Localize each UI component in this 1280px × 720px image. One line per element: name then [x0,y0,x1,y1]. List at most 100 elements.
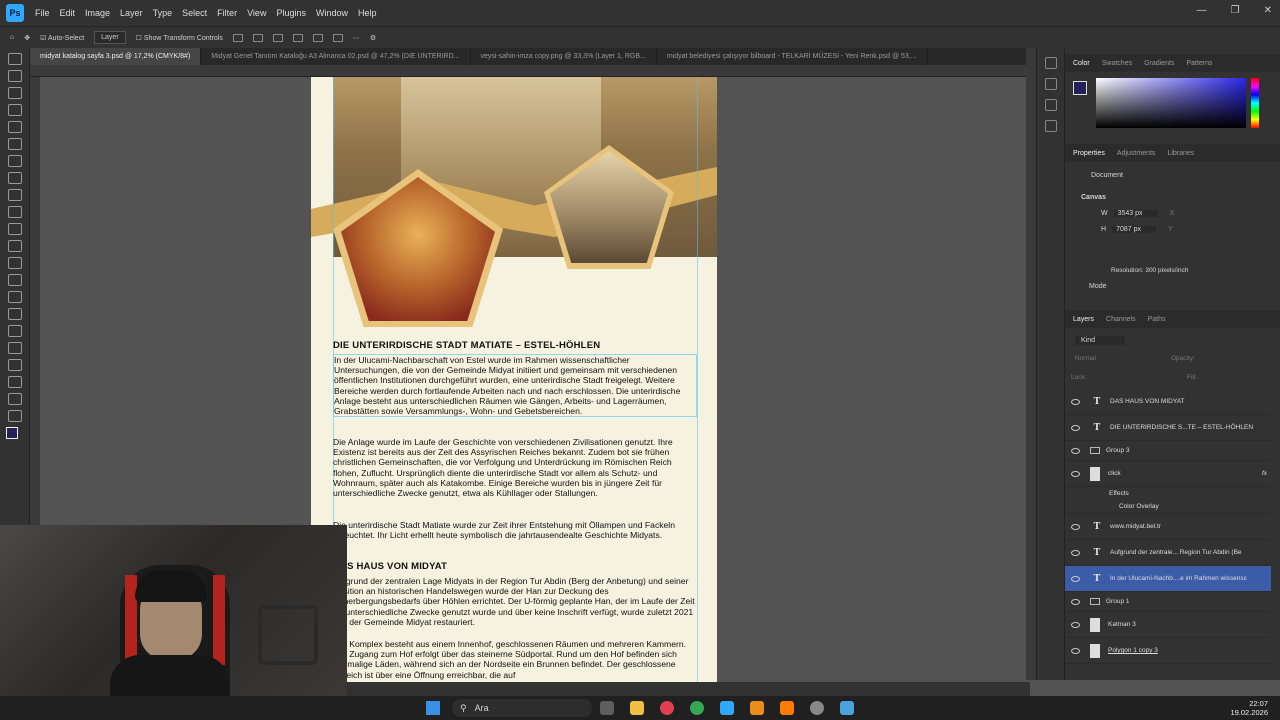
visibility-eye-icon[interactable] [1071,424,1080,431]
illustrator-icon[interactable] [780,701,794,715]
align-right-icon[interactable] [272,33,283,42]
visibility-eye-icon[interactable] [1071,647,1080,654]
visibility-eye-icon[interactable] [1071,523,1080,530]
tab-paths[interactable]: Paths [1148,316,1166,323]
layer-row[interactable]: Group 3 [1065,441,1271,461]
layer-row[interactable]: click fx [1065,461,1271,487]
marquee-tool-icon[interactable] [8,70,22,82]
eraser-tool-icon[interactable] [8,240,22,252]
type-tool-icon[interactable] [8,325,22,337]
menu-file[interactable]: File [30,8,55,18]
tab-document-2[interactable]: Midyat Genel Tanıtım Kataloğu A3 Almanca… [201,48,471,65]
history-brush-tool-icon[interactable] [8,223,22,235]
zoom-tool-icon[interactable] [8,393,22,405]
tab-document-1[interactable]: midyat katalog sayfa 3.psd @ 17,2% (CMYK… [30,48,202,65]
brush-settings-icon[interactable] [1045,78,1057,90]
paragraph-1[interactable]: In der Ulucami-Nachbarschaft von Estel w… [333,354,697,418]
blend-mode-dropdown[interactable]: Normal [1075,355,1096,362]
chrome-icon[interactable] [690,701,704,715]
document-canvas[interactable]: DIE UNTERIRDISCHE STADT MATIATE – ESTEL-… [311,77,717,682]
menu-view[interactable]: View [242,8,271,18]
auto-select-checkbox[interactable]: ☑ Auto-Select [40,34,84,42]
visibility-eye-icon[interactable] [1071,598,1080,605]
lasso-tool-icon[interactable] [8,87,22,99]
layer-row[interactable]: T DAS HAUS VON MIDYAT [1065,389,1271,415]
brush-tool-icon[interactable] [8,189,22,201]
color-field[interactable] [1096,78,1246,128]
layer-row[interactable]: T Aufgrund der zentrale... Region Tur Abd… [1065,540,1271,566]
photoshop-taskbar-icon[interactable] [720,701,734,715]
layer-row[interactable]: Katman 3 [1065,612,1271,638]
menu-edit[interactable]: Edit [55,8,81,18]
clone-stamp-tool-icon[interactable] [8,206,22,218]
menu-window[interactable]: Window [311,8,353,18]
minimize-icon[interactable]: — [1197,5,1207,16]
tab-channels[interactable]: Channels [1106,316,1136,323]
menu-plugins[interactable]: Plugins [271,8,311,18]
tool-presets-icon[interactable] [1045,120,1057,132]
settings-icon[interactable] [810,701,824,715]
visibility-eye-icon[interactable] [1071,470,1080,477]
pen-tool-icon[interactable] [8,308,22,320]
layer-row[interactable]: Group 1 [1065,592,1271,612]
search-app-icon[interactable] [750,701,764,715]
menu-type[interactable]: Type [148,8,178,18]
menu-select[interactable]: Select [177,8,212,18]
effects-row[interactable]: Effects [1065,487,1271,500]
visibility-eye-icon[interactable] [1071,621,1080,628]
eyedropper-tool-icon[interactable] [8,155,22,167]
dodge-tool-icon[interactable] [8,291,22,303]
gradient-tool-icon[interactable] [8,257,22,269]
home-icon[interactable]: ⌂ [10,34,14,41]
tab-patterns[interactable]: Patterns [1186,60,1212,67]
visibility-eye-icon[interactable] [1071,575,1080,582]
move-tool-icon[interactable]: ✥ [24,34,30,42]
app-icon[interactable] [660,701,674,715]
visibility-eye-icon[interactable] [1071,447,1080,454]
layer-row[interactable]: Twww.midyat.bel.tr [1065,514,1271,540]
align-left-icon[interactable] [232,33,243,42]
blur-tool-icon[interactable] [8,274,22,286]
frame-tool-icon[interactable] [8,138,22,150]
layer-select-dropdown[interactable]: Layer [94,31,126,44]
system-clock[interactable]: 22:07 19.02.2026 [1230,699,1268,717]
character-icon[interactable] [1045,99,1057,111]
tab-libraries[interactable]: Libraries [1167,150,1194,157]
hue-slider[interactable] [1251,78,1259,128]
effect-row[interactable]: Color Overlay [1065,500,1271,514]
visibility-eye-icon[interactable] [1071,549,1080,556]
vertical-scrollbar[interactable] [1026,48,1036,680]
layer-row[interactable]: T DIE UNTERIRDISCHE S...TE – ESTEL-HÖHLEN [1065,415,1271,441]
taskbar-search[interactable]: ⚲ Ara [452,699,592,717]
crop-tool-icon[interactable] [8,121,22,133]
start-windows-icon[interactable] [426,701,440,715]
align-center-icon[interactable] [252,33,263,42]
tab-layers[interactable]: Layers [1073,316,1094,323]
menu-image[interactable]: Image [80,8,115,18]
tab-document-3[interactable]: veysi-sahin-imza copy.png @ 33,3% (Layer… [471,48,657,65]
tab-swatches[interactable]: Swatches [1102,60,1132,67]
menu-help[interactable]: Help [353,8,382,18]
shape-tool-icon[interactable] [8,359,22,371]
foreground-color-swatch[interactable] [1073,81,1087,95]
tab-properties[interactable]: Properties [1073,150,1105,157]
tab-gradients[interactable]: Gradients [1144,60,1174,67]
move-tool-icon[interactable] [8,53,22,65]
close-icon[interactable]: ✕ [1264,5,1272,16]
align-bottom-icon[interactable] [332,33,343,42]
quick-select-tool-icon[interactable] [8,104,22,116]
kind-filter-dropdown[interactable]: Kind [1075,336,1125,345]
foreground-color-swatch[interactable] [6,427,18,439]
align-middle-icon[interactable] [312,33,323,42]
tab-document-4[interactable]: midyat belediyesi çalışıyor bilboard - T… [657,48,928,65]
hand-tool-icon[interactable] [8,376,22,388]
transform-controls-checkbox[interactable]: ☐ Show Transform Controls [136,34,223,42]
layer-row[interactable]: Polygon 1 copy 3 [1065,638,1271,664]
more-tools-icon[interactable] [8,410,22,422]
tab-color[interactable]: Color [1073,60,1090,67]
menu-layer[interactable]: Layer [115,8,148,18]
visibility-eye-icon[interactable] [1071,398,1080,405]
notepad-icon[interactable] [840,701,854,715]
restore-icon[interactable]: ❐ [1231,5,1240,16]
width-field[interactable]: 3543 px [1113,210,1158,217]
